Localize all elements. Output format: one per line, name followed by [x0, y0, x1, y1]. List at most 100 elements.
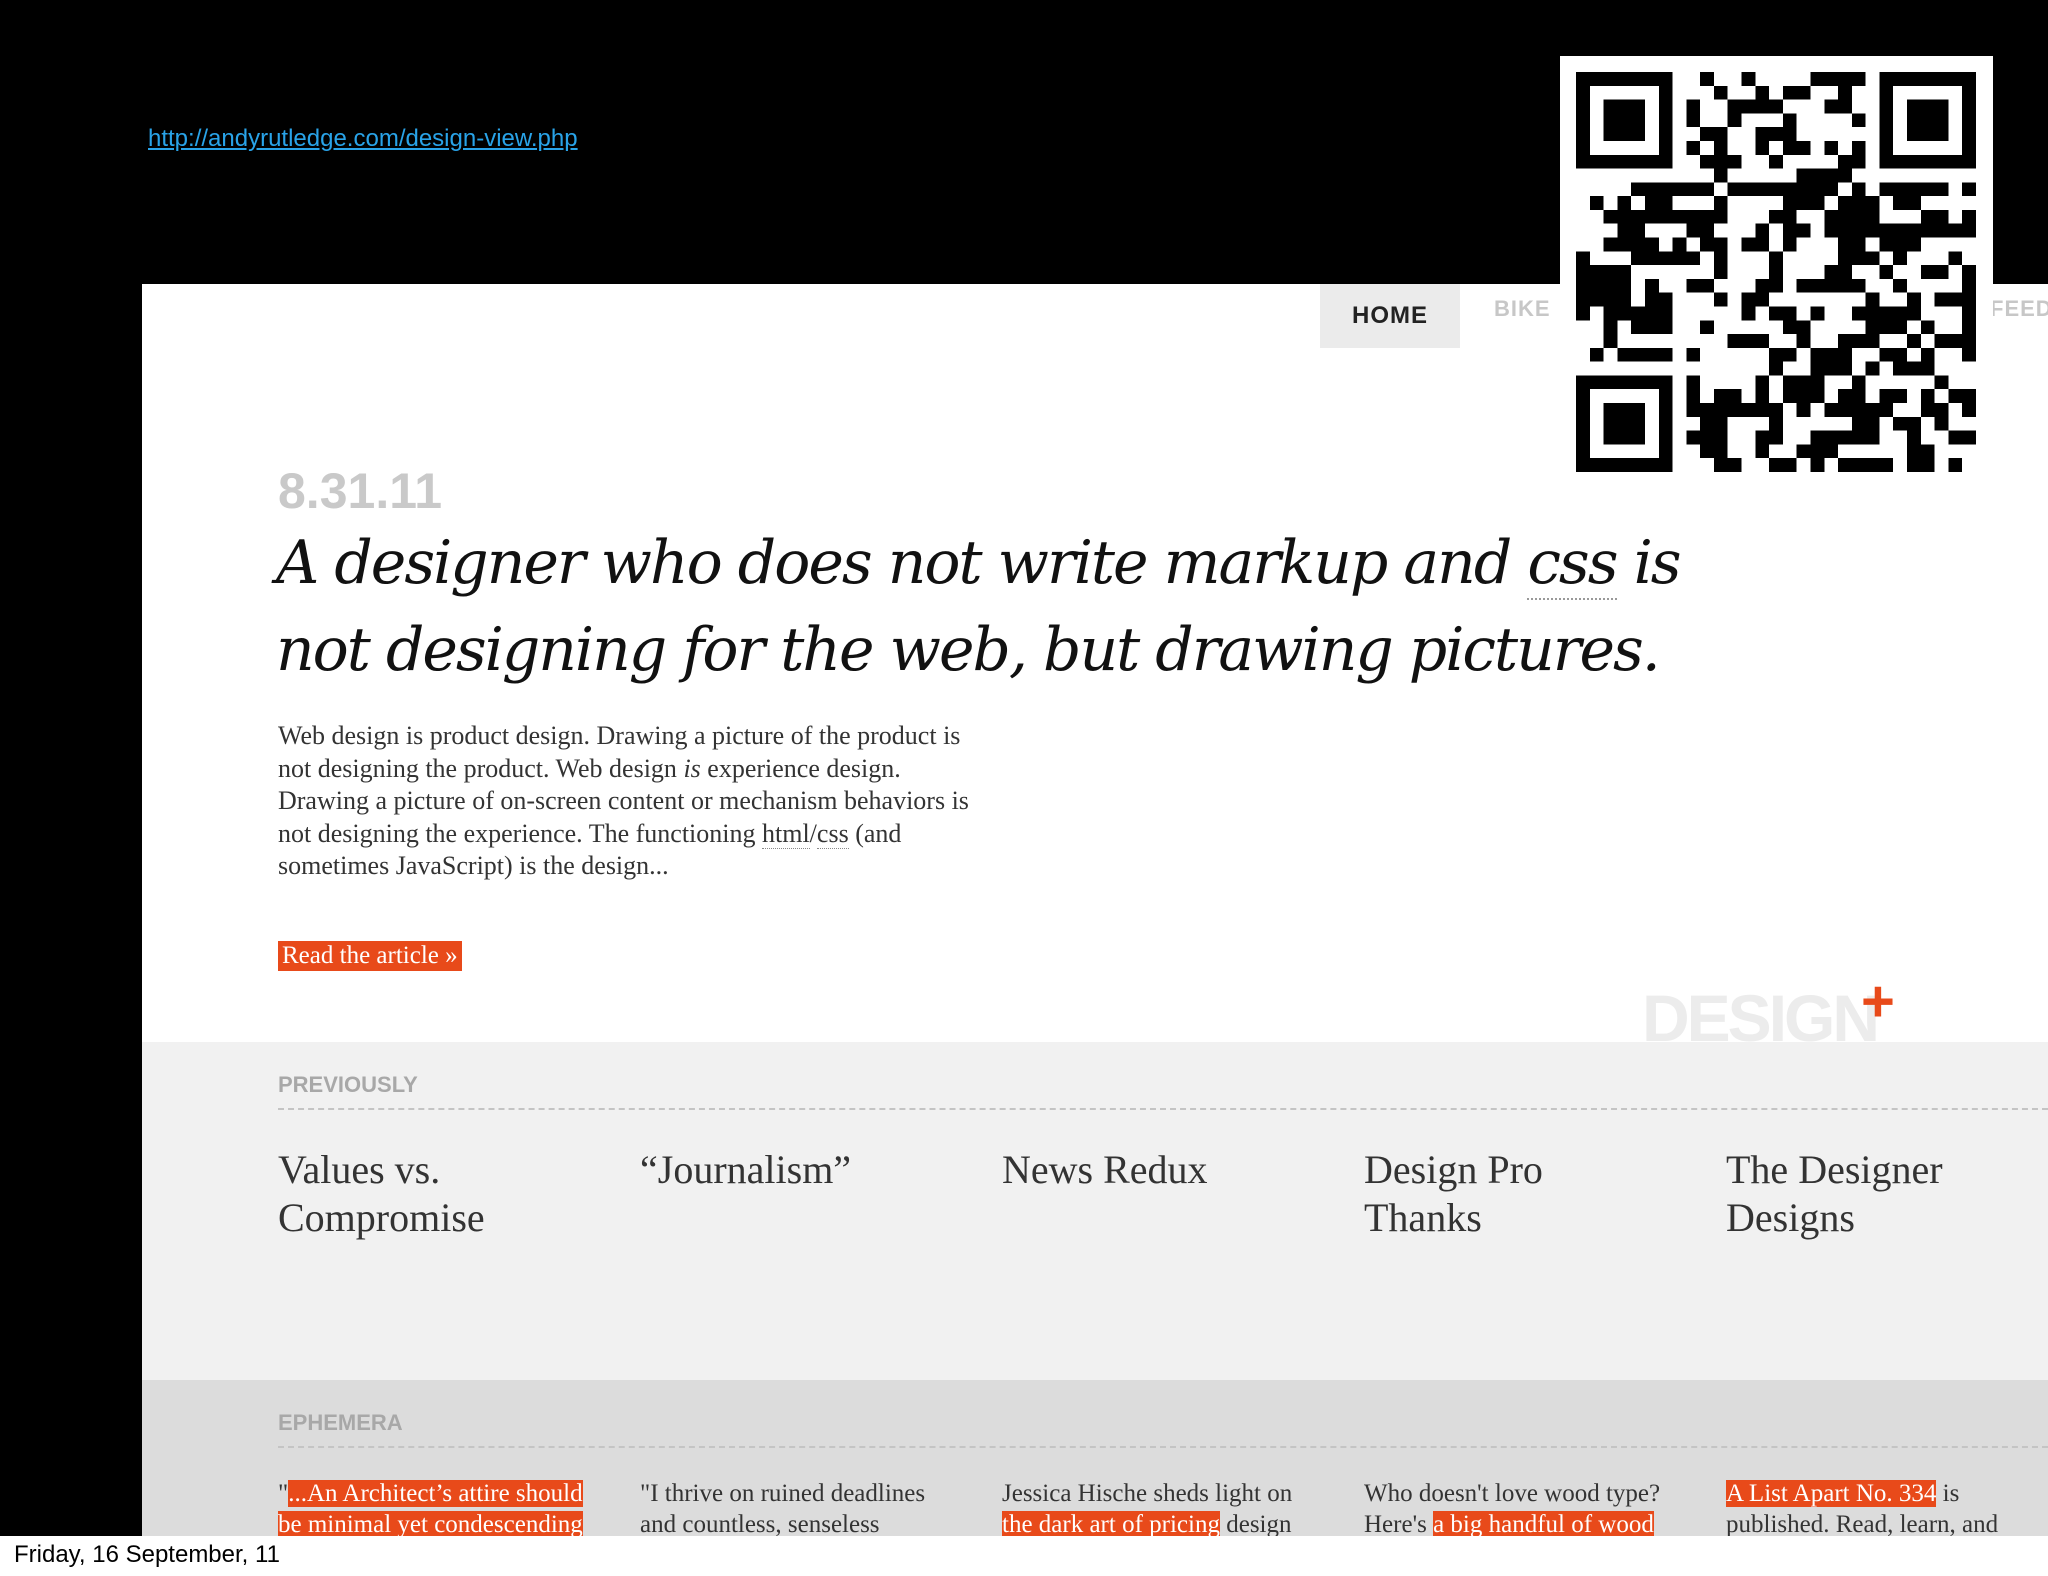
qr-module	[1741, 72, 1756, 86]
qr-module	[1796, 320, 1811, 335]
qr-module	[1631, 251, 1645, 266]
qr-module	[1824, 99, 1839, 114]
ephemera-item[interactable]: "I thrive on ruined deadlines and countl…	[640, 1478, 960, 1536]
nav-feed-tab[interactable]: FEED	[1990, 296, 2048, 360]
qr-module	[1644, 154, 1659, 169]
qr-module	[1879, 223, 1894, 238]
qr-module	[1727, 458, 1742, 472]
qr-module	[1879, 113, 1894, 128]
qr-module	[1589, 265, 1604, 279]
qr-module	[1603, 127, 1618, 141]
qr-module	[1700, 416, 1714, 431]
qr-module	[1907, 416, 1921, 431]
qr-module	[1576, 85, 1590, 100]
ephemera-link[interactable]: A List Apart No. 334	[1726, 1480, 1937, 1507]
qr-module	[1727, 403, 1742, 417]
previously-item[interactable]: The Designer Designs	[1726, 1146, 2016, 1242]
qr-module	[1576, 389, 1590, 404]
qr-module	[1617, 416, 1632, 431]
qr-module	[1603, 334, 1618, 348]
qr-module	[1769, 154, 1783, 169]
qr-module	[1755, 182, 1770, 197]
qr-module	[1713, 154, 1728, 169]
ephemera-link[interactable]: a big handful of wood	[1433, 1511, 1654, 1536]
qr-module	[1865, 196, 1880, 210]
ephemera-link[interactable]: the dark art of pricing	[1002, 1511, 1220, 1536]
qr-module	[1838, 223, 1852, 238]
ephemera-label: EPHEMERA	[278, 1410, 403, 1435]
qr-module	[1755, 223, 1770, 238]
ephemera-item[interactable]: "...An Architect’s attire should be mini…	[278, 1478, 598, 1536]
previously-item[interactable]: News Redux	[1002, 1146, 1292, 1194]
qr-module	[1838, 196, 1852, 210]
qr-module	[1631, 306, 1645, 321]
qr-module	[1879, 140, 1894, 155]
qr-module	[1686, 140, 1701, 155]
qr-module	[1700, 430, 1714, 445]
ephemera-text: "I thrive on ruined deadlines and countl…	[640, 1480, 926, 1536]
previously-item[interactable]: Design Pro Thanks	[1364, 1146, 1654, 1242]
qr-module	[1603, 403, 1618, 417]
qr-module	[1796, 278, 1811, 293]
qr-module	[1603, 154, 1618, 169]
qr-module	[1796, 140, 1811, 155]
qr-module	[1769, 251, 1783, 266]
qr-module	[1810, 389, 1825, 404]
qr-module	[1644, 306, 1659, 321]
qr-module	[1617, 458, 1632, 472]
qr-module	[1782, 389, 1797, 404]
qr-module	[1658, 154, 1673, 169]
qr-module	[1700, 182, 1714, 197]
qr-module	[1810, 196, 1825, 210]
previously-item[interactable]: “Journalism”	[640, 1146, 930, 1194]
qr-module	[1658, 72, 1673, 86]
qr-module	[1631, 458, 1645, 472]
qr-module	[1658, 444, 1673, 459]
excerpt-slash: /	[809, 818, 817, 848]
source-url-link[interactable]: http://andyrutledge.com/design-view.php	[148, 125, 578, 153]
qr-module	[1879, 85, 1894, 100]
qr-module	[1631, 237, 1645, 252]
qr-module	[1962, 99, 1976, 114]
qr-module	[1796, 168, 1811, 183]
nav-bike-tab[interactable]: BIKE	[1494, 296, 1551, 360]
qr-module	[1907, 72, 1921, 86]
qr-module	[1672, 251, 1687, 266]
ephemera-link[interactable]: ...An Architect’s attire should be minim…	[278, 1480, 583, 1536]
qr-module	[1838, 209, 1852, 224]
qr-module	[1576, 430, 1590, 445]
qr-module	[1893, 306, 1908, 321]
ephemera-divider	[278, 1446, 2048, 1448]
article-headline[interactable]: A designer who does not write markup and…	[276, 520, 1776, 694]
qr-module	[1948, 251, 1963, 266]
qr-module	[1782, 223, 1797, 238]
qr-module	[1576, 403, 1590, 417]
qr-module	[1755, 444, 1770, 459]
qr-module	[1838, 99, 1852, 114]
qr-module	[1617, 347, 1632, 362]
nav-home-tab[interactable]: HOME	[1320, 284, 1460, 348]
qr-module	[1727, 113, 1742, 128]
qr-module	[1700, 320, 1714, 335]
excerpt-emphasis: is	[683, 753, 701, 783]
qr-module	[1686, 223, 1701, 238]
qr-module	[1700, 403, 1714, 417]
qr-module	[1700, 72, 1714, 86]
ephemera-item[interactable]: Jessica Hische sheds light on the dark a…	[1002, 1478, 1322, 1536]
ephemera-item[interactable]: A List Apart No. 334 is published. Read,…	[1726, 1478, 2046, 1536]
qr-module	[1962, 85, 1976, 100]
previously-section: PREVIOUSLY Values vs. Compromise “Journa…	[142, 1042, 2048, 1380]
qr-module	[1934, 209, 1949, 224]
qr-module	[1879, 458, 1894, 472]
qr-module	[1686, 389, 1701, 404]
qr-module	[1962, 265, 1976, 279]
previously-item[interactable]: Values vs. Compromise	[278, 1146, 568, 1242]
qr-module	[1907, 292, 1921, 307]
qr-module	[1631, 416, 1645, 431]
qr-module	[1893, 389, 1908, 404]
ephemera-item[interactable]: Who doesn't love wood type? Here's a big…	[1364, 1478, 1684, 1536]
qr-module	[1576, 113, 1590, 128]
read-article-button[interactable]: Read the article »	[278, 941, 462, 971]
qr-module	[1658, 196, 1673, 210]
qr-module	[1727, 154, 1742, 169]
